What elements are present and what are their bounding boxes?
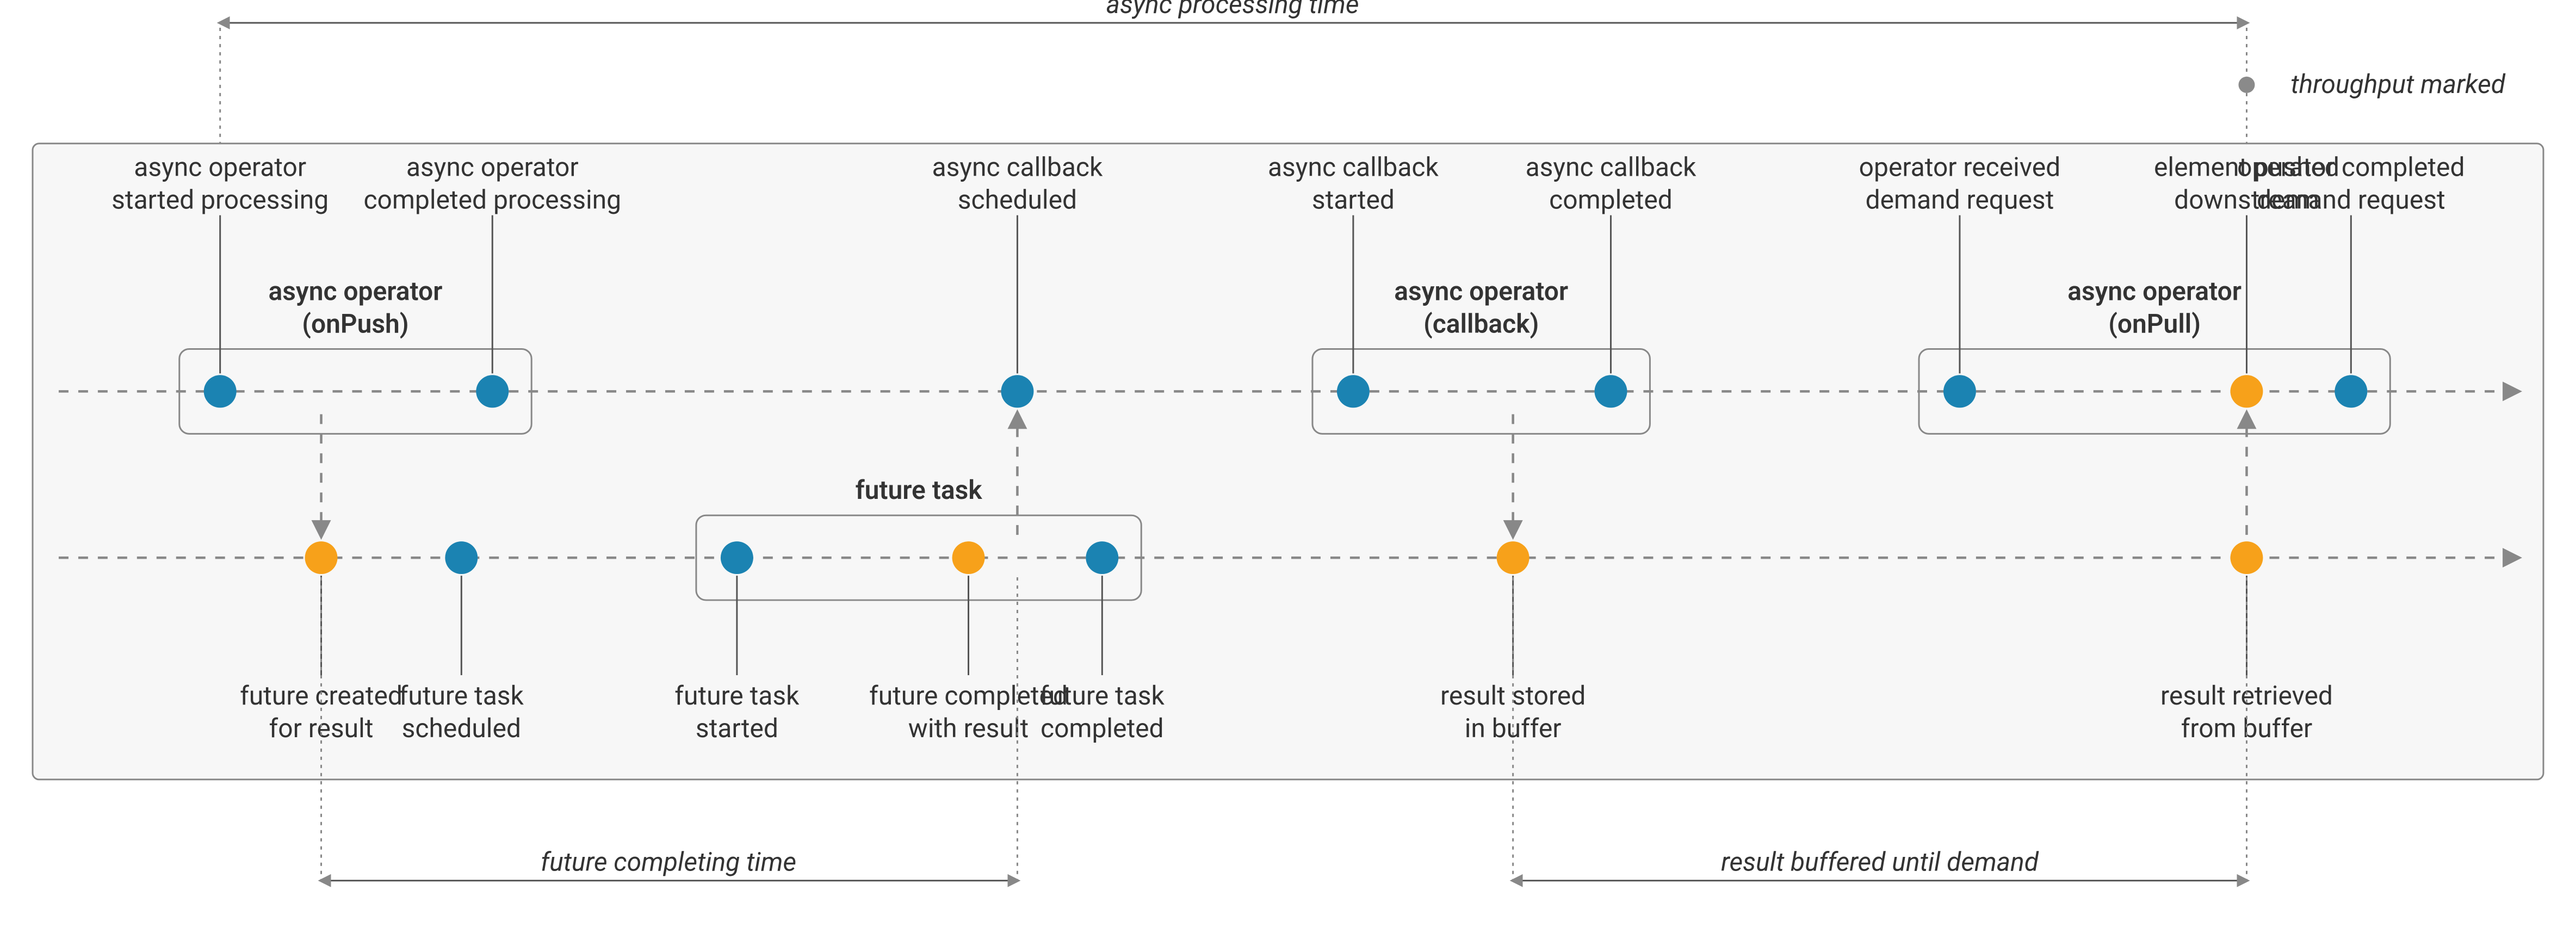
label-completed_processing-1: async operator (406, 152, 579, 183)
node-started_processing (204, 375, 237, 407)
label-demand_received-1: operator received (1859, 152, 2061, 183)
node-future_completed (1086, 541, 1118, 574)
box-title-onPush: async operator (269, 276, 443, 307)
node-future_result (952, 541, 985, 574)
box-title-future: future task (856, 475, 983, 505)
label-callback_scheduled-2: scheduled (958, 185, 1077, 215)
node-completed_processing (476, 375, 509, 407)
label-completed_processing-2: completed processing (363, 185, 621, 215)
box-subtitle-onPull: (onPull) (2108, 308, 2201, 339)
box-title-onPull: async operator (2067, 276, 2241, 307)
label-future_scheduled-2: scheduled (402, 713, 521, 744)
label-demand_completed-1: operator completed (2237, 152, 2464, 183)
node-element_pushed (2231, 375, 2263, 407)
span-future-completing-label: future completing time (541, 847, 796, 878)
node-result_retrieved (2231, 541, 2263, 574)
label-started_processing-1: async operator (134, 152, 306, 183)
box-subtitle-callback: (callback) (1423, 308, 1539, 339)
node-demand_received (1943, 375, 1976, 407)
node-callback_scheduled (1001, 375, 1033, 407)
box-subtitle-onPush: (onPush) (302, 308, 408, 339)
async-timeline-diagram: async processing time throughput marked as… (0, 0, 2576, 949)
label-callback_started-1: async callback (1268, 152, 1439, 183)
label-demand_received-2: demand request (1866, 185, 2054, 215)
label-future_started-2: started (696, 713, 778, 744)
label-callback_scheduled-1: async callback (932, 152, 1104, 183)
node-callback_started (1337, 375, 1370, 407)
node-result_stored (1497, 541, 1530, 574)
node-demand_completed (2334, 375, 2367, 407)
label-future_completed-1: future task (1040, 681, 1165, 711)
node-future_started (721, 541, 753, 574)
label-future_scheduled-1: future task (399, 681, 524, 711)
node-callback_completed (1595, 375, 1627, 407)
label-future_started-1: future task (674, 681, 800, 711)
throughput-marker (2239, 77, 2255, 93)
label-future_result-2: with result (908, 713, 1029, 744)
label-future_completed-2: completed (1041, 713, 1164, 744)
span-label-async-processing-time: async processing time (1106, 0, 1359, 20)
label-callback_started-2: started (1312, 185, 1395, 215)
label-started_processing-2: started processing (112, 185, 329, 215)
box-title-callback: async operator (1394, 276, 1568, 307)
label-callback_completed-1: async callback (1526, 152, 1697, 183)
label-callback_completed-2: completed (1549, 185, 1673, 215)
node-future_scheduled (445, 541, 478, 574)
span-result-buffered-label: result buffered until demand (1721, 847, 2039, 878)
node-future_created (305, 541, 338, 574)
label-future_result-1: future completed (869, 681, 1068, 711)
label-demand_completed-2: demand request (2257, 185, 2445, 215)
throughput-label: throughput marked (2290, 69, 2505, 100)
